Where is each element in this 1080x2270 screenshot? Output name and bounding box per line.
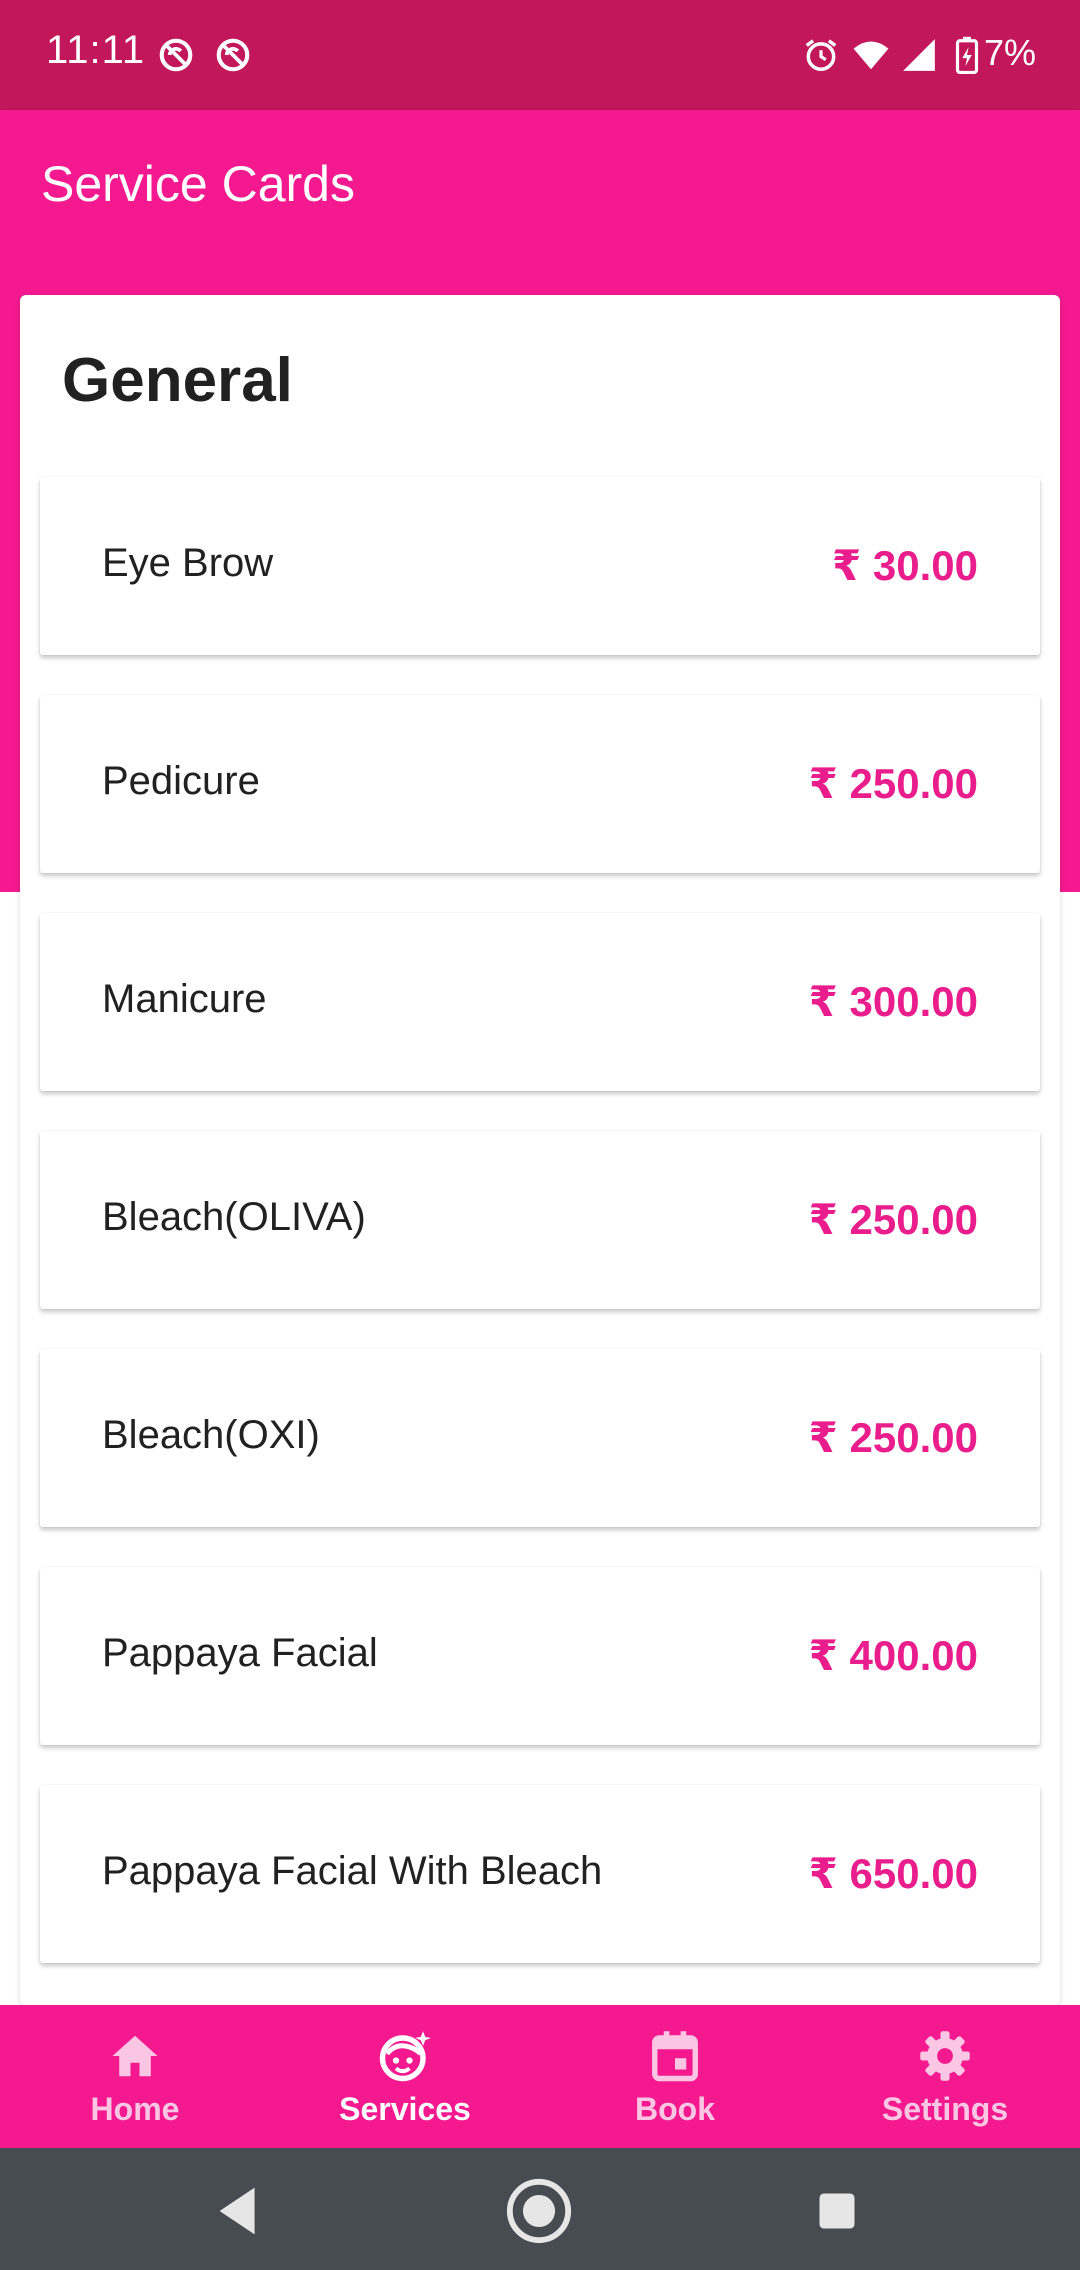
service-price: ₹ 400.00 [808, 1632, 978, 1679]
face-icon [379, 2031, 431, 2082]
section-title: General [62, 346, 293, 415]
service-category-card: General Eye Brow ₹ 30.00 Pedicure ₹ 250.… [20, 295, 1060, 2005]
gear-icon [920, 2031, 970, 2081]
status-bar: 11:11 7% [0, 0, 1080, 110]
calendar-icon [652, 2031, 698, 2082]
sync-off-icon [159, 38, 193, 72]
service-name: Pappaya Facial [102, 1631, 378, 1675]
nav-item-home[interactable]: Home [0, 2005, 270, 2148]
service-name: Manicure [102, 977, 267, 1021]
nav-item-settings[interactable]: Settings [810, 2005, 1080, 2148]
service-name: Pedicure [102, 759, 260, 803]
service-name: Pappaya Facial With Bleach [102, 1849, 603, 1893]
system-navigation-bar [0, 2148, 1080, 2270]
wifi-icon [853, 41, 889, 70]
service-item-manicure[interactable]: Manicure ₹ 300.00 [40, 913, 1040, 1091]
service-item-pappaya-facial-with-bleach[interactable]: Pappaya Facial With Bleach ₹ 650.00 [40, 1785, 1040, 1963]
bottom-navigation: Home Services Book Settings [0, 2005, 1080, 2148]
service-item-eye-brow[interactable]: Eye Brow ₹ 30.00 [40, 477, 1040, 655]
service-price: ₹ 250.00 [808, 1196, 978, 1243]
nav-label: Settings [881, 2091, 1009, 2127]
alarm-icon [805, 39, 837, 71]
battery-charging-icon [955, 36, 979, 74]
sync-off-icon [216, 38, 250, 72]
recents-icon[interactable] [802, 2176, 872, 2246]
service-name: Eye Brow [102, 541, 274, 585]
service-name: Bleach(OXI) [102, 1413, 320, 1457]
service-name: Bleach(OLIVA) [102, 1195, 366, 1239]
service-item-pedicure[interactable]: Pedicure ₹ 250.00 [40, 695, 1040, 873]
home-icon [112, 2035, 158, 2077]
service-price: ₹ 30.00 [832, 542, 978, 589]
home-circle-icon[interactable] [504, 2176, 574, 2246]
back-icon[interactable] [205, 2176, 275, 2246]
cellular-signal-icon [903, 39, 935, 71]
status-time: 11:11 [46, 28, 146, 72]
service-price: ₹ 250.00 [808, 1414, 978, 1461]
nav-item-services[interactable]: Services [270, 2005, 540, 2148]
nav-label: Book [635, 2091, 715, 2127]
service-item-pappaya-facial[interactable]: Pappaya Facial ₹ 400.00 [40, 1567, 1040, 1745]
service-item-bleach-oxi[interactable]: Bleach(OXI) ₹ 250.00 [40, 1349, 1040, 1527]
nav-item-book[interactable]: Book [540, 2005, 810, 2148]
service-price: ₹ 300.00 [808, 978, 978, 1025]
service-item-bleach-oliva[interactable]: Bleach(OLIVA) ₹ 250.00 [40, 1131, 1040, 1309]
battery-percentage: 7% [983, 32, 1036, 73]
page-title: Service Cards [41, 156, 355, 212]
service-price: ₹ 250.00 [808, 760, 978, 807]
nav-label: Home [90, 2091, 180, 2127]
app-bar: Service Cards [0, 110, 1080, 256]
nav-label: Services [339, 2091, 471, 2127]
service-price: ₹ 650.00 [808, 1850, 978, 1897]
